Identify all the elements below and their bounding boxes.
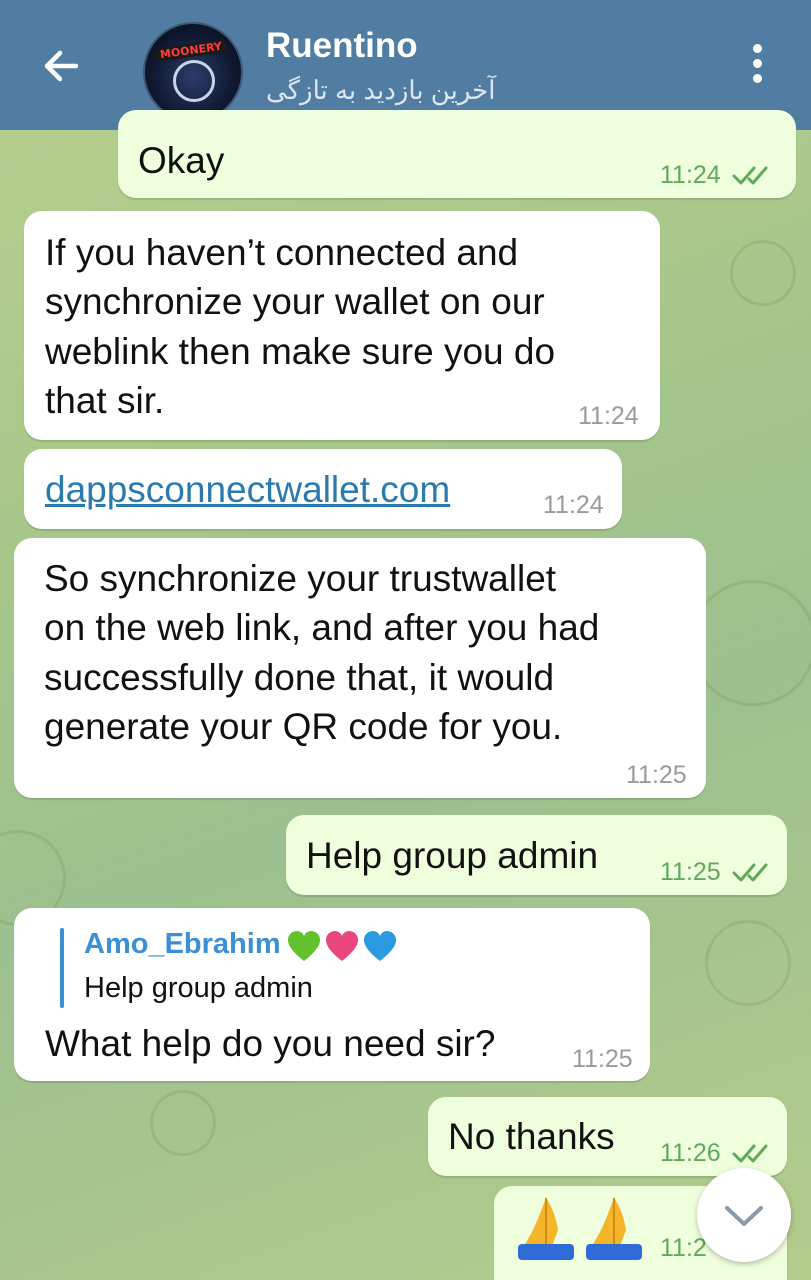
folded-hands-emoji-icon — [518, 1198, 642, 1260]
reply-sender-name[interactable]: Amo_Ebrahim — [84, 928, 281, 961]
message-text: No thanks — [448, 1116, 615, 1157]
message-bubble-incoming[interactable]: If you haven’t connected and synchronize… — [24, 211, 660, 440]
message-text-line: If you haven’t connected and — [45, 232, 519, 273]
wallpaper-doodle — [690, 580, 811, 706]
message-link[interactable]: dappsconnectwallet.com — [45, 465, 450, 515]
message-text-line: that sir. — [45, 380, 165, 421]
contact-name[interactable]: Ruentino — [266, 26, 418, 66]
message-time: 11:24 — [578, 402, 639, 430]
wallpaper-doodle — [705, 920, 791, 1006]
message-bubble-incoming[interactable]: dappsconnectwallet.com 11:24 — [24, 449, 622, 529]
message-time: 11:25 — [572, 1045, 633, 1073]
message-text-line: weblink then make sure you do — [45, 331, 556, 372]
wallpaper-doodle — [150, 1090, 216, 1156]
message-text: Okay — [138, 140, 225, 181]
message-text-line: successfully done that, it would — [44, 657, 555, 698]
read-checkmarks-icon — [732, 1144, 768, 1163]
message-time: 11:25 — [660, 858, 721, 886]
message-text-line: on the web link, and after you had — [44, 607, 600, 648]
last-seen-status: آخرین بازدید به تازگی — [266, 75, 496, 105]
message-time: 11:25 — [626, 761, 687, 789]
message-bubble-incoming[interactable]: Amo_Ebrahim Help group admin What help d… — [14, 908, 650, 1081]
message-text: What help do you need sir? — [45, 1023, 496, 1064]
message-bubble-incoming[interactable]: So synchronize your trustwallet on the w… — [14, 538, 706, 798]
message-text-line: synchronize your wallet on our — [45, 281, 545, 322]
reply-quote-bar — [60, 928, 64, 1008]
reply-quoted-text: Help group admin — [84, 972, 313, 1004]
message-text-line: generate your QR code for you. — [44, 706, 563, 747]
message-text: Help group admin — [306, 835, 599, 876]
read-checkmarks-icon — [732, 863, 768, 882]
message-time: 11:24 — [660, 161, 721, 189]
message-bubble-outgoing[interactable]: Okay 11:24 — [118, 110, 796, 198]
avatar-logo: MOONERY — [154, 39, 228, 62]
more-options-icon[interactable] — [740, 44, 774, 90]
hearts-emoji-icon — [288, 931, 396, 961]
scroll-to-bottom-button[interactable] — [697, 1168, 791, 1262]
message-time: 11:26 — [660, 1139, 721, 1167]
read-checkmarks-icon — [732, 166, 768, 185]
message-text-line: So synchronize your trustwallet — [44, 558, 557, 599]
message-time: 11:24 — [543, 491, 604, 519]
message-bubble-outgoing[interactable]: Help group admin 11:25 — [286, 815, 787, 895]
avatar[interactable]: MOONERY — [143, 22, 243, 122]
back-arrow-icon[interactable] — [36, 40, 88, 92]
avatar-emblem — [173, 60, 215, 102]
wallpaper-doodle — [730, 240, 796, 306]
message-bubble-outgoing[interactable]: No thanks 11:26 — [428, 1097, 787, 1176]
chevron-down-icon — [725, 1206, 763, 1226]
